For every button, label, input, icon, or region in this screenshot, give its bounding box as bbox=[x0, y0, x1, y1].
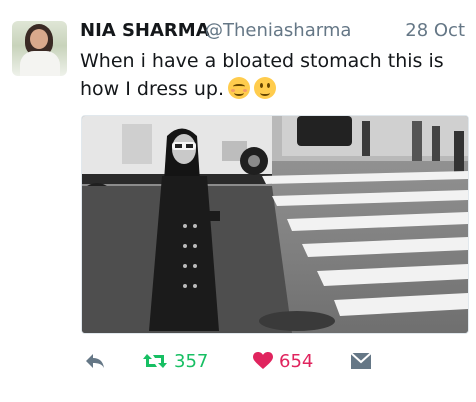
retweet-count: 357 bbox=[174, 350, 209, 372]
tweet-text: When i have a bloated stomach this is ho… bbox=[80, 47, 465, 103]
author-handle[interactable]: @Theniasharma bbox=[205, 20, 351, 41]
envelope-icon bbox=[350, 352, 372, 369]
tweet-text-line-2-text: how I dress up. bbox=[80, 78, 225, 100]
street-photo-image bbox=[82, 116, 468, 333]
relieved-face-emoji-icon bbox=[228, 77, 251, 99]
tweet-text-line-1: When i have a bloated stomach this is bbox=[80, 50, 444, 72]
direct-message-button[interactable] bbox=[350, 346, 372, 376]
like-count: 654 bbox=[279, 350, 314, 372]
retweet-button[interactable]: 357 bbox=[142, 346, 208, 376]
author-avatar[interactable] bbox=[12, 21, 67, 76]
retweet-icon bbox=[143, 354, 167, 368]
slightly-smiling-face-emoji-icon bbox=[254, 77, 277, 99]
tweet-date[interactable]: 28 Oct bbox=[405, 20, 465, 41]
heart-icon bbox=[253, 352, 273, 369]
like-button[interactable]: 654 bbox=[253, 346, 313, 376]
tweet-text-line-2: how I dress up. bbox=[80, 75, 465, 103]
tweet-photo[interactable] bbox=[81, 115, 469, 334]
reply-button[interactable] bbox=[84, 346, 106, 376]
reply-icon bbox=[86, 354, 104, 368]
author-name[interactable]: NIA SHARMA bbox=[80, 20, 210, 41]
tweet-header: NIA SHARMA @Theniasharma 28 Oct bbox=[80, 20, 470, 46]
tweet-actions: 357 654 bbox=[80, 346, 470, 376]
